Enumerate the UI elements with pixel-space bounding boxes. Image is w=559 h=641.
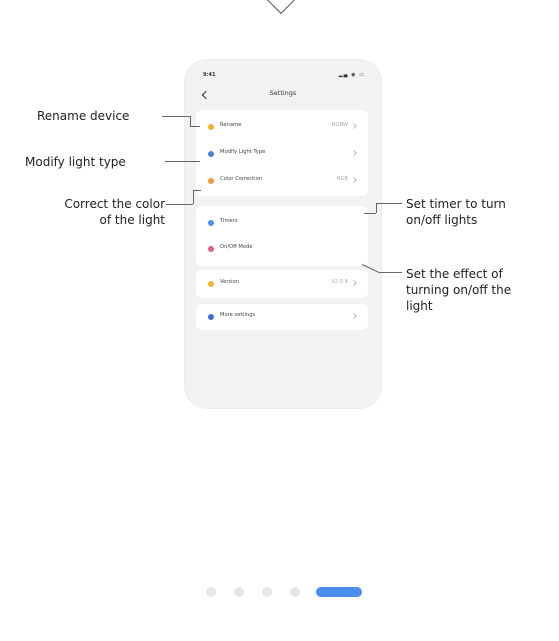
settings-card-more: More settings (196, 304, 368, 330)
bulb-icon (208, 151, 214, 157)
annotation-line: light (406, 299, 433, 313)
settings-card-version: Version V2.0.8 (196, 270, 368, 298)
leader-line (376, 203, 402, 204)
page-dot-active[interactable] (316, 587, 362, 597)
leader-line (193, 190, 194, 204)
leader-line (193, 190, 201, 191)
leader-line (376, 203, 377, 213)
status-time: 9:41 (203, 72, 216, 78)
annotation-set-effect: Set the effect of turning on/off the lig… (406, 266, 511, 314)
chevron-right-icon (351, 123, 357, 129)
settings-row-timers[interactable]: Timers (196, 210, 368, 236)
chevron-right-icon (351, 313, 357, 319)
status-bar: 9:41 ▂▄ ◉ ▭ (185, 60, 381, 84)
chevron-down-icon[interactable] (266, 0, 296, 15)
row-value: RGB (336, 176, 348, 182)
page-dot[interactable] (290, 587, 300, 597)
settings-card-device: Rename RGBW Modify Light Type Color Corr… (196, 110, 368, 196)
page-dot[interactable] (262, 587, 272, 597)
leader-line (190, 116, 191, 126)
leader-line (166, 204, 193, 205)
settings-row-rename[interactable]: Rename RGBW (196, 114, 368, 140)
power-icon (208, 246, 214, 252)
row-label: On/Off Mode (220, 244, 253, 250)
page-dot[interactable] (206, 587, 216, 597)
nav-bar: Settings (185, 86, 381, 106)
leader-line (162, 116, 190, 117)
settings-row-version[interactable]: Version V2.0.8 (196, 271, 368, 297)
settings-row-color-correction[interactable]: Color Correction RGB (196, 168, 368, 194)
row-label: Color Correction (220, 176, 263, 182)
annotation-line: Correct the color (64, 197, 165, 211)
annotation-line: on/off lights (406, 213, 478, 227)
leader-line (380, 272, 402, 273)
chevron-right-icon (351, 177, 357, 183)
phone-mockup: 9:41 ▂▄ ◉ ▭ Settings Rename RGBW Modify … (185, 60, 381, 408)
settings-row-modify-light-type[interactable]: Modify Light Type (196, 141, 368, 167)
page-title: Settings (269, 89, 297, 97)
annotation-modify-light-type: Modify light type (25, 155, 126, 169)
settings-card-timers: Timers On/Off Mode (196, 206, 368, 266)
annotation-line: turning on/off the (406, 283, 512, 297)
signal-wifi-battery-icon: ▂▄ ◉ ▭ (338, 72, 365, 78)
palette-icon (208, 178, 214, 184)
clock-icon (208, 220, 214, 226)
annotation-correct-color: Correct the color of the light (25, 196, 165, 228)
info-icon (208, 281, 214, 287)
leader-line (165, 161, 200, 162)
annotation-line: Set timer to turn (406, 197, 506, 211)
row-label: Modify Light Type (220, 149, 266, 155)
annotation-set-timer: Set timer to turn on/off lights (406, 196, 506, 228)
row-label: Rename (220, 122, 242, 128)
chevron-right-icon (351, 150, 357, 156)
annotation-line: Set the effect of (406, 267, 503, 281)
annotation-line: of the light (99, 213, 165, 227)
leader-line (190, 126, 200, 127)
chevron-right-icon (351, 280, 357, 286)
more-icon (208, 314, 214, 320)
row-value: V2.0.8 (331, 279, 348, 285)
annotation-rename: Rename device (37, 109, 130, 123)
row-value: RGBW (331, 122, 348, 128)
pencil-icon (208, 124, 214, 130)
row-label: More settings (220, 312, 256, 318)
row-label: Timers (220, 218, 238, 224)
leader-line (364, 213, 376, 214)
settings-row-onoff-mode[interactable]: On/Off Mode (196, 236, 368, 262)
row-label: Version (220, 279, 240, 285)
settings-row-more-settings[interactable]: More settings (196, 304, 368, 330)
page-dot[interactable] (234, 587, 244, 597)
